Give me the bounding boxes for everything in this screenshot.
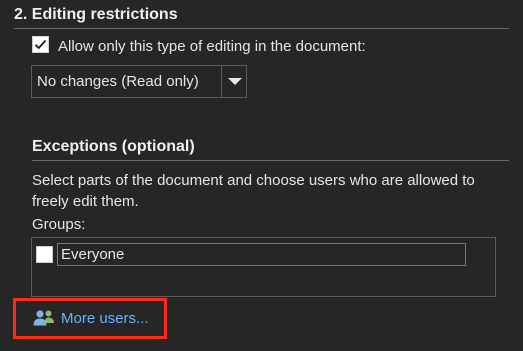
section-divider [14, 28, 509, 29]
group-item-everyone[interactable]: Everyone [57, 243, 466, 266]
group-checkbox-everyone[interactable] [36, 246, 53, 263]
editing-type-selected-value: No changes (Read only) [37, 73, 199, 90]
exceptions-title: Exceptions (optional) [32, 138, 195, 155]
editing-restrictions-title: 2. Editing restrictions [14, 6, 178, 23]
dropdown-separator [221, 66, 222, 97]
more-users-label[interactable]: More users... [61, 310, 149, 327]
groups-list[interactable]: Everyone [31, 237, 496, 297]
checkmark-icon [34, 39, 47, 50]
exceptions-description: Select parts of the document and choose … [32, 172, 475, 210]
allow-editing-label: Allow only this type of editing in the d… [58, 38, 366, 55]
chevron-down-icon[interactable] [228, 78, 242, 85]
group-label: Everyone [61, 246, 125, 263]
editing-type-dropdown[interactable]: No changes (Read only) [31, 65, 247, 98]
exceptions-divider [32, 160, 509, 161]
groups-label: Groups: [32, 216, 86, 233]
allow-editing-checkbox[interactable] [32, 36, 49, 53]
users-icon [33, 310, 54, 326]
more-users-link[interactable]: More users... [32, 306, 149, 330]
